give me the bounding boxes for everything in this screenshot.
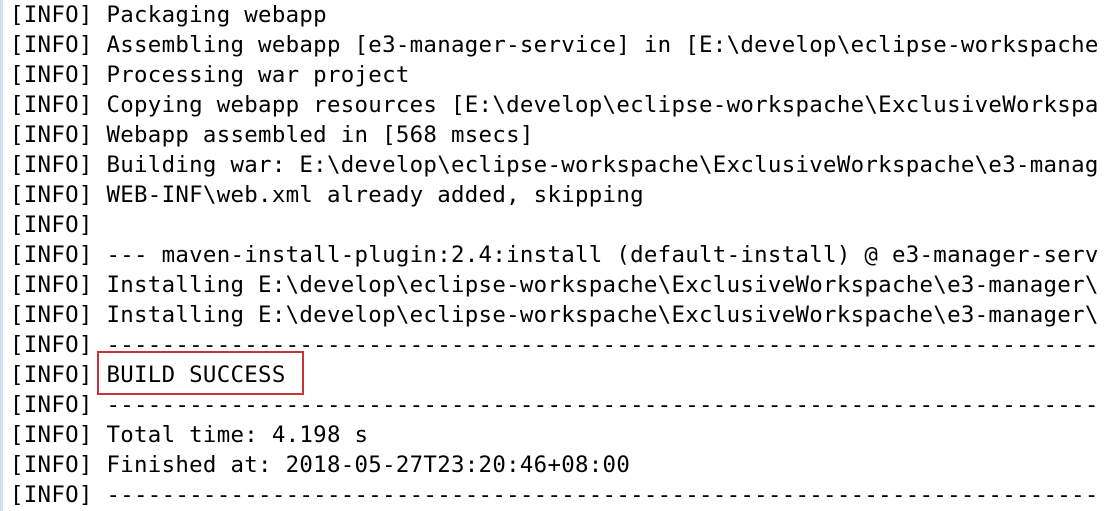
log-message: ----------------------------------------… [106,332,1099,358]
log-line: [INFO] Webapp assembled in [568 msecs] [10,120,1099,150]
console-output: [INFO] Packaging webapp [INFO] Assembling… [0,0,1116,511]
log-line: [INFO] --- maven-install-plugin:2.4:inst… [10,240,1099,270]
console-lines: [INFO] Packaging webapp [INFO] Assembling… [10,0,1099,510]
log-level-tag: [INFO] [10,182,93,208]
log-level-tag: [INFO] [10,2,93,28]
log-line: [INFO] Assembling webapp [e3-manager-ser… [10,30,1099,60]
log-level-tag: [INFO] [10,482,93,508]
log-message: Building war: E:\develop\eclipse-workspa… [106,152,1099,178]
log-line: [INFO] Installing E:\develop\eclipse-wor… [10,270,1099,300]
log-level-tag: [INFO] [10,242,93,268]
log-message: Installing E:\develop\eclipse-workspache… [106,272,1099,298]
log-message: --- maven-install-plugin:2.4:install (de… [106,242,1099,268]
log-level-tag: [INFO] [10,62,93,88]
log-level-tag: [INFO] [10,122,93,148]
log-level-tag: [INFO] [10,332,93,358]
log-message: Assembling webapp [e3-manager-service] i… [106,32,1099,58]
log-line: [INFO] Total time: 4.198 s [10,420,1099,450]
log-level-tag: [INFO] [10,32,93,58]
log-level-tag: [INFO] [10,152,93,178]
log-message: Total time: 4.198 s [106,422,369,448]
log-level-tag: [INFO] [10,422,93,448]
log-message: BUILD SUCCESS [106,362,286,388]
log-message: ----------------------------------------… [106,482,1099,508]
log-message: Finished at: 2018-05-27T23:20:46+08:00 [106,452,631,478]
log-line: [INFO] Finished at: 2018-05-27T23:20:46+… [10,450,1099,480]
log-line: [INFO] ---------------------------------… [10,330,1099,360]
log-message: ----------------------------------------… [106,392,1099,418]
log-level-tag: [INFO] [10,452,93,478]
log-message: Webapp assembled in [568 msecs] [106,122,534,148]
log-level-tag: [INFO] [10,302,93,328]
log-line: [INFO] [10,210,1099,240]
log-line: [INFO] WEB-INF\web.xml already added, sk… [10,180,1099,210]
log-line: [INFO] Installing E:\develop\eclipse-wor… [10,300,1099,330]
log-message: Copying webapp resources [E:\develop\ecl… [106,92,1099,118]
log-message: Processing war project [106,62,410,88]
log-line: [INFO] Copying webapp resources [E:\deve… [10,90,1099,120]
log-line: [INFO] ---------------------------------… [10,390,1099,420]
log-message: Installing E:\develop\eclipse-workspache… [106,302,1099,328]
log-line-build-success: [INFO] BUILD SUCCESS [10,360,1099,390]
log-line: [INFO] Processing war project [10,60,1099,90]
log-level-tag: [INFO] [10,212,93,238]
log-message: WEB-INF\web.xml already added, skipping [106,182,644,208]
log-level-tag: [INFO] [10,392,93,418]
console-left-border [0,0,3,511]
log-line: [INFO] Packaging webapp [10,0,1099,30]
log-level-tag: [INFO] [10,362,93,388]
log-level-tag: [INFO] [10,272,93,298]
log-level-tag: [INFO] [10,92,93,118]
log-line: [INFO] ---------------------------------… [10,480,1099,510]
log-message: Packaging webapp [106,2,327,28]
log-line: [INFO] Building war: E:\develop\eclipse-… [10,150,1099,180]
